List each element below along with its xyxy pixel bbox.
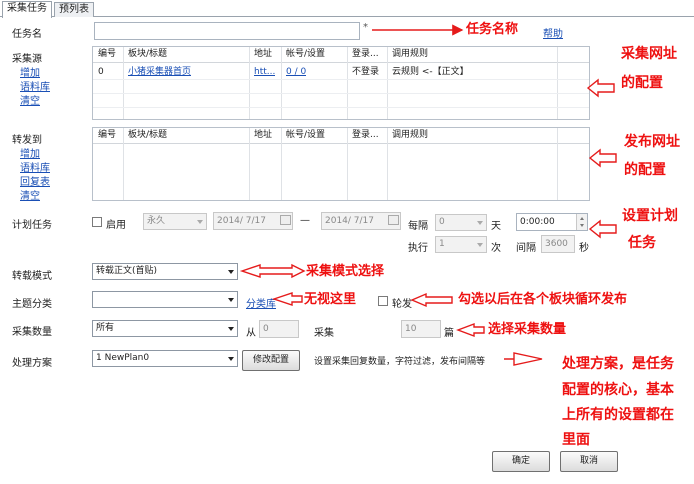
arrow-publish bbox=[588, 148, 617, 168]
note-reprint: 采集模式选择 bbox=[306, 264, 385, 279]
arrow-count bbox=[456, 322, 485, 338]
note-rotate: 勾选以后在各个板块循环发布 bbox=[458, 292, 628, 307]
arrow-rotate bbox=[410, 292, 453, 308]
note-schedule-2: 任务 bbox=[628, 235, 656, 251]
note-plan-3: 上所有的设置都在 bbox=[562, 407, 674, 423]
note-schedule-1: 设置计划 bbox=[622, 208, 678, 224]
note-task-name: 任务名称 bbox=[466, 22, 519, 37]
note-publish-1: 发布网址 bbox=[624, 134, 680, 150]
arrow-plan bbox=[504, 352, 543, 366]
note-plan-1: 处理方案，是任务 bbox=[562, 356, 674, 372]
arrow-source bbox=[586, 78, 615, 98]
note-publish-2: 的配置 bbox=[624, 162, 666, 178]
note-plan-2: 配置的核心，基本 bbox=[562, 382, 674, 398]
arrow-topic bbox=[271, 292, 303, 306]
note-count: 选择采集数量 bbox=[488, 322, 567, 337]
arrow-schedule bbox=[588, 219, 617, 239]
note-topic: 无视这里 bbox=[304, 292, 357, 307]
arrow-reprint bbox=[239, 263, 306, 279]
note-plan-4: 里面 bbox=[562, 432, 590, 448]
note-source-1: 采集网址 bbox=[621, 46, 677, 62]
note-source-2: 的配置 bbox=[621, 75, 663, 91]
